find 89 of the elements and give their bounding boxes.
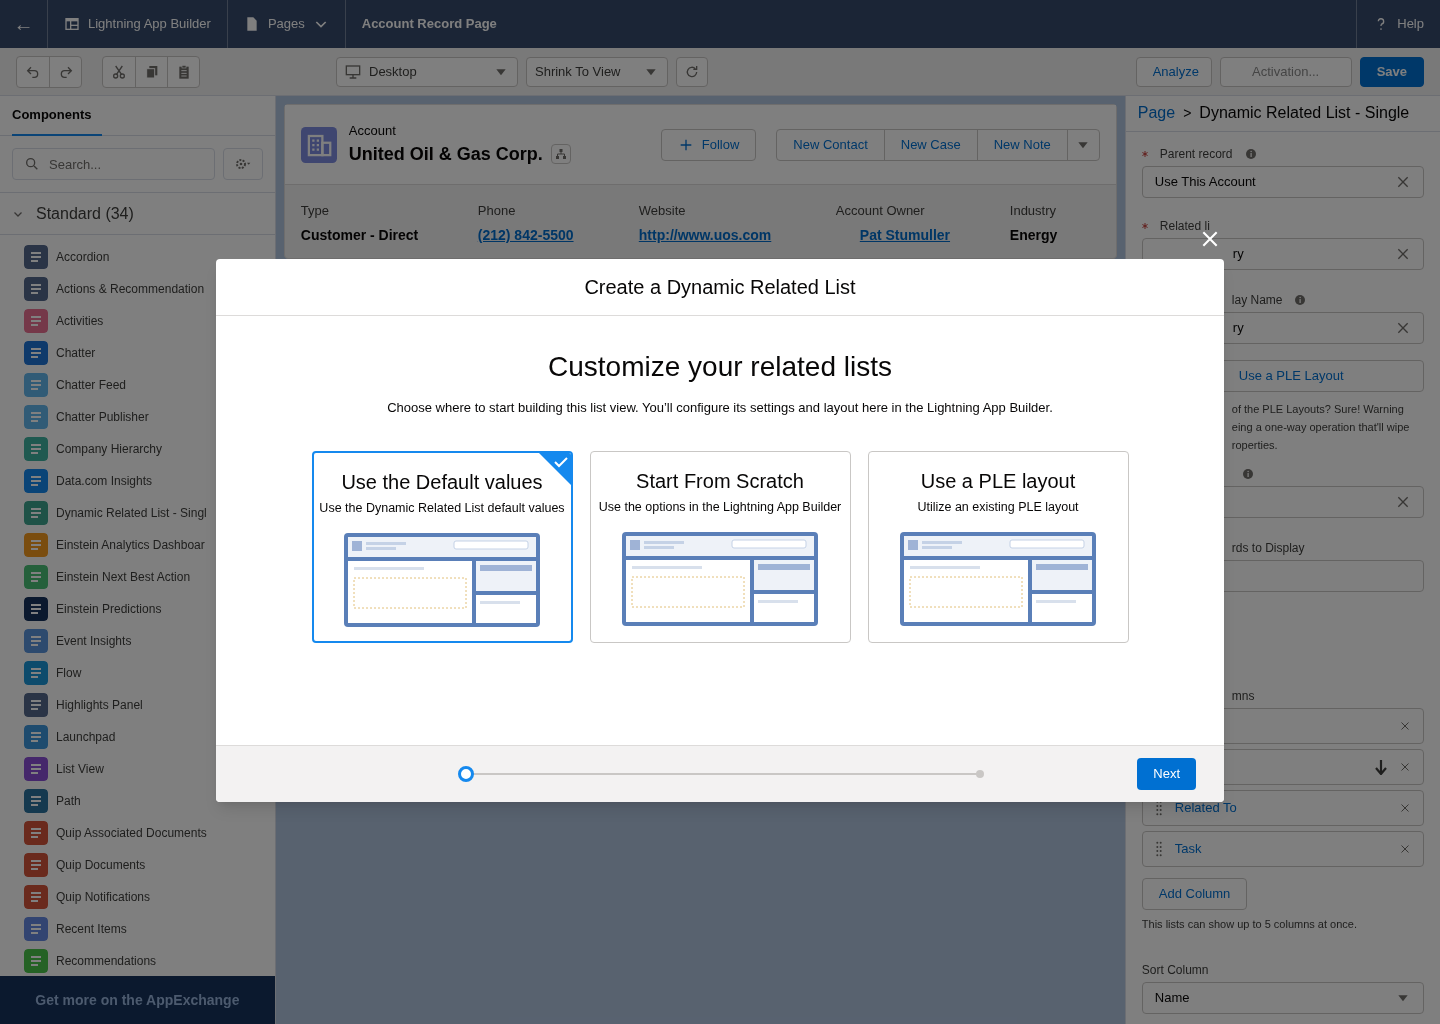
info-icon bbox=[1241, 467, 1254, 480]
search-icon bbox=[24, 156, 40, 172]
field-link[interactable]: http://www.uos.com bbox=[638, 224, 772, 246]
field-link[interactable]: (212) 842-5500 bbox=[477, 224, 574, 246]
field-label: Type bbox=[300, 202, 330, 220]
action-button[interactable]: New Note bbox=[976, 129, 1067, 160]
component-item[interactable]: Einstein Next Best Action bbox=[0, 561, 275, 593]
page-title: Account Record Page bbox=[360, 15, 498, 34]
breadcrumb-current: Dynamic Related List - Single bbox=[1199, 103, 1410, 124]
zoom-select[interactable]: Shrink To View bbox=[526, 56, 668, 87]
scissors-icon bbox=[111, 63, 127, 80]
clear-icon bbox=[1399, 719, 1411, 732]
heading: Customize your related lists bbox=[548, 350, 892, 384]
drag-handle-icon bbox=[1154, 840, 1163, 857]
input-field[interactable]: Use This Account bbox=[1141, 165, 1424, 198]
field-label: Account Owner bbox=[835, 202, 926, 220]
drag-handle-icon bbox=[1154, 799, 1163, 816]
component-item[interactable]: Accordion bbox=[0, 241, 275, 273]
component-item[interactable]: Chatter bbox=[0, 337, 275, 369]
component-item[interactable]: Einstein Analytics Dashboar bbox=[0, 529, 275, 561]
action-button[interactable]: New Contact bbox=[777, 129, 884, 160]
option-card[interactable]: Use a PLE layout Utilize an existing PLE layout bbox=[867, 450, 1129, 643]
field-label: Sort Column bbox=[1141, 962, 1209, 979]
app-builder-icon bbox=[64, 16, 80, 32]
analyze-button[interactable]: Analyze bbox=[1135, 56, 1212, 87]
appexchange-button[interactable]: Get more on the AppExchange bbox=[0, 976, 275, 1024]
component-item[interactable]: Dynamic Related List - Singl bbox=[0, 497, 275, 529]
option-card[interactable]: Use the Default values Use the Dynamic Related List default values bbox=[311, 450, 573, 643]
field-label: lay Name bbox=[1231, 291, 1283, 309]
hierarchy-button[interactable] bbox=[550, 144, 571, 165]
component-item[interactable]: Activities bbox=[0, 305, 275, 337]
device-select[interactable]: Desktop bbox=[336, 56, 518, 87]
component-item[interactable]: Recent Items bbox=[0, 913, 275, 945]
column-item[interactable]: Task bbox=[1141, 830, 1424, 867]
field-label: Parent record bbox=[1159, 145, 1233, 163]
record-name: United Oil & Gas Corp. bbox=[348, 142, 543, 166]
field-link[interactable]: Pat Stumuller bbox=[859, 224, 951, 246]
action-button[interactable]: New Case bbox=[883, 129, 977, 160]
intro-text: Choose where to start building this list view. You’ll configure its settings and layout here in the Lightning App Builder. bbox=[387, 399, 1053, 417]
clear-icon bbox=[1399, 842, 1411, 855]
sort-column-select[interactable]: Name bbox=[1141, 982, 1424, 1014]
component-item[interactable]: List View bbox=[0, 753, 275, 785]
help-text: of the PLE Layouts? Sure! Warning eing a one-way operation that'll wipe roperties. bbox=[1230, 401, 1411, 453]
building-icon bbox=[300, 126, 337, 163]
breadcrumb-link[interactable]: Page bbox=[1137, 101, 1176, 126]
monitor-icon bbox=[345, 63, 361, 80]
component-item[interactable]: Launchpad bbox=[0, 721, 275, 753]
field-label: mns bbox=[1231, 687, 1255, 705]
settings-button[interactable] bbox=[222, 148, 263, 180]
add-column-button[interactable]: Add Column bbox=[1141, 877, 1248, 910]
object-label: Account bbox=[348, 122, 397, 141]
clear-icon bbox=[1399, 801, 1411, 814]
field-label: Website bbox=[638, 202, 687, 220]
component-item[interactable]: Einstein Predictions bbox=[0, 593, 275, 625]
component-item[interactable]: Actions & Recommendation bbox=[0, 273, 275, 305]
refresh-button[interactable] bbox=[676, 56, 708, 87]
search-field[interactable]: Search... bbox=[12, 148, 215, 180]
modal-title: Create a Dynamic Related List bbox=[584, 275, 856, 300]
close-icon bbox=[1200, 229, 1220, 249]
follow-button[interactable]: Follow bbox=[660, 128, 757, 161]
component-item[interactable]: Recommendations bbox=[0, 945, 275, 976]
hierarchy-icon bbox=[554, 148, 567, 161]
breadcrumb-separator: > bbox=[1183, 103, 1192, 123]
component-item[interactable]: Highlights Panel bbox=[0, 689, 275, 721]
section-header[interactable]: Standard (34) bbox=[0, 193, 275, 235]
app-title: Lightning App Builder bbox=[88, 15, 211, 34]
component-item[interactable]: Event Insights bbox=[0, 625, 275, 657]
component-item[interactable]: Company Hierarchy bbox=[0, 433, 275, 465]
component-item[interactable]: Chatter Publisher bbox=[0, 401, 275, 433]
refresh-icon bbox=[684, 63, 700, 80]
component-item[interactable]: Quip Documents bbox=[0, 849, 275, 881]
field-label: Phone bbox=[477, 202, 517, 220]
field-value: Energy bbox=[1009, 225, 1059, 245]
component-item[interactable]: Path bbox=[0, 785, 275, 817]
component-item[interactable]: Flow bbox=[0, 657, 275, 689]
component-item[interactable]: Quip Associated Documents bbox=[0, 817, 275, 849]
components-tab[interactable]: Components bbox=[12, 96, 102, 136]
field-label: rds to Display bbox=[1231, 539, 1305, 557]
field-label: Industry bbox=[1009, 202, 1058, 220]
component-item[interactable]: Quip Notifications bbox=[0, 881, 275, 913]
help-text: This lists can show up to 5 columns at once. bbox=[1141, 916, 1358, 932]
clear-icon bbox=[1399, 760, 1411, 773]
next-button[interactable]: Next bbox=[1137, 758, 1196, 790]
save-button[interactable]: Save bbox=[1359, 56, 1424, 87]
field-value: Customer - Direct bbox=[300, 225, 420, 245]
option-card[interactable]: Start From Scratch Use the options in the Lightning App Builder bbox=[589, 450, 851, 643]
field-label: Related li bbox=[1159, 217, 1210, 235]
component-item[interactable]: Data.com Insights bbox=[0, 465, 275, 497]
component-item[interactable]: Chatter Feed bbox=[0, 369, 275, 401]
